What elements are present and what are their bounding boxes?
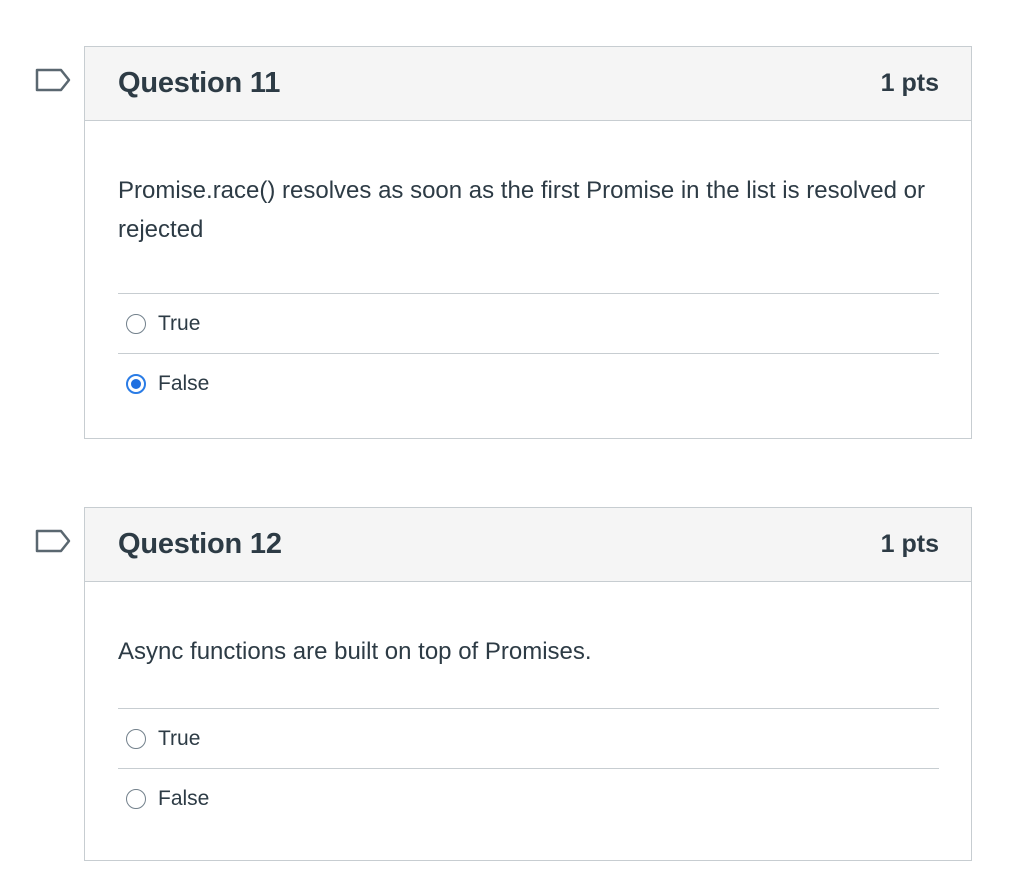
answer-label: False [158, 787, 210, 810]
question-header: Question 11 1 pts [85, 47, 971, 121]
question-points: 1 pts [880, 530, 939, 558]
question-text: Promise.race() resolves as soon as the f… [118, 177, 925, 243]
question-body: Async functions are built on top of Prom… [85, 632, 971, 829]
question-body: Promise.race() resolves as soon as the f… [85, 171, 971, 414]
question-header: Question 12 1 pts [85, 508, 971, 582]
flag-question-icon[interactable] [35, 68, 71, 92]
question-title: Question 11 [118, 67, 281, 99]
answer-label: True [158, 726, 201, 750]
answer-label: True [158, 311, 201, 335]
question-points: 1 pts [880, 69, 939, 97]
answer-list: True False [118, 293, 939, 414]
flag-question-icon[interactable] [35, 529, 71, 553]
answer-option-true[interactable]: True [118, 294, 939, 354]
radio-unchecked-icon[interactable] [126, 313, 146, 334]
answer-label: False [158, 372, 210, 395]
question-text: Async functions are built on top of Prom… [118, 638, 592, 665]
radio-unchecked-icon[interactable] [126, 728, 146, 749]
answer-list: True False [118, 708, 939, 829]
question-card: Question 12 1 pts Async functions are bu… [84, 507, 972, 861]
question-card: Question 11 1 pts Promise.race() resolve… [84, 46, 972, 439]
radio-unchecked-icon[interactable] [126, 789, 146, 809]
answer-option-false[interactable]: False [118, 354, 939, 414]
radio-checked-icon[interactable] [126, 374, 146, 394]
question-title: Question 12 [118, 528, 282, 560]
answer-option-true[interactable]: True [118, 709, 939, 769]
answer-option-false[interactable]: False [118, 769, 939, 829]
